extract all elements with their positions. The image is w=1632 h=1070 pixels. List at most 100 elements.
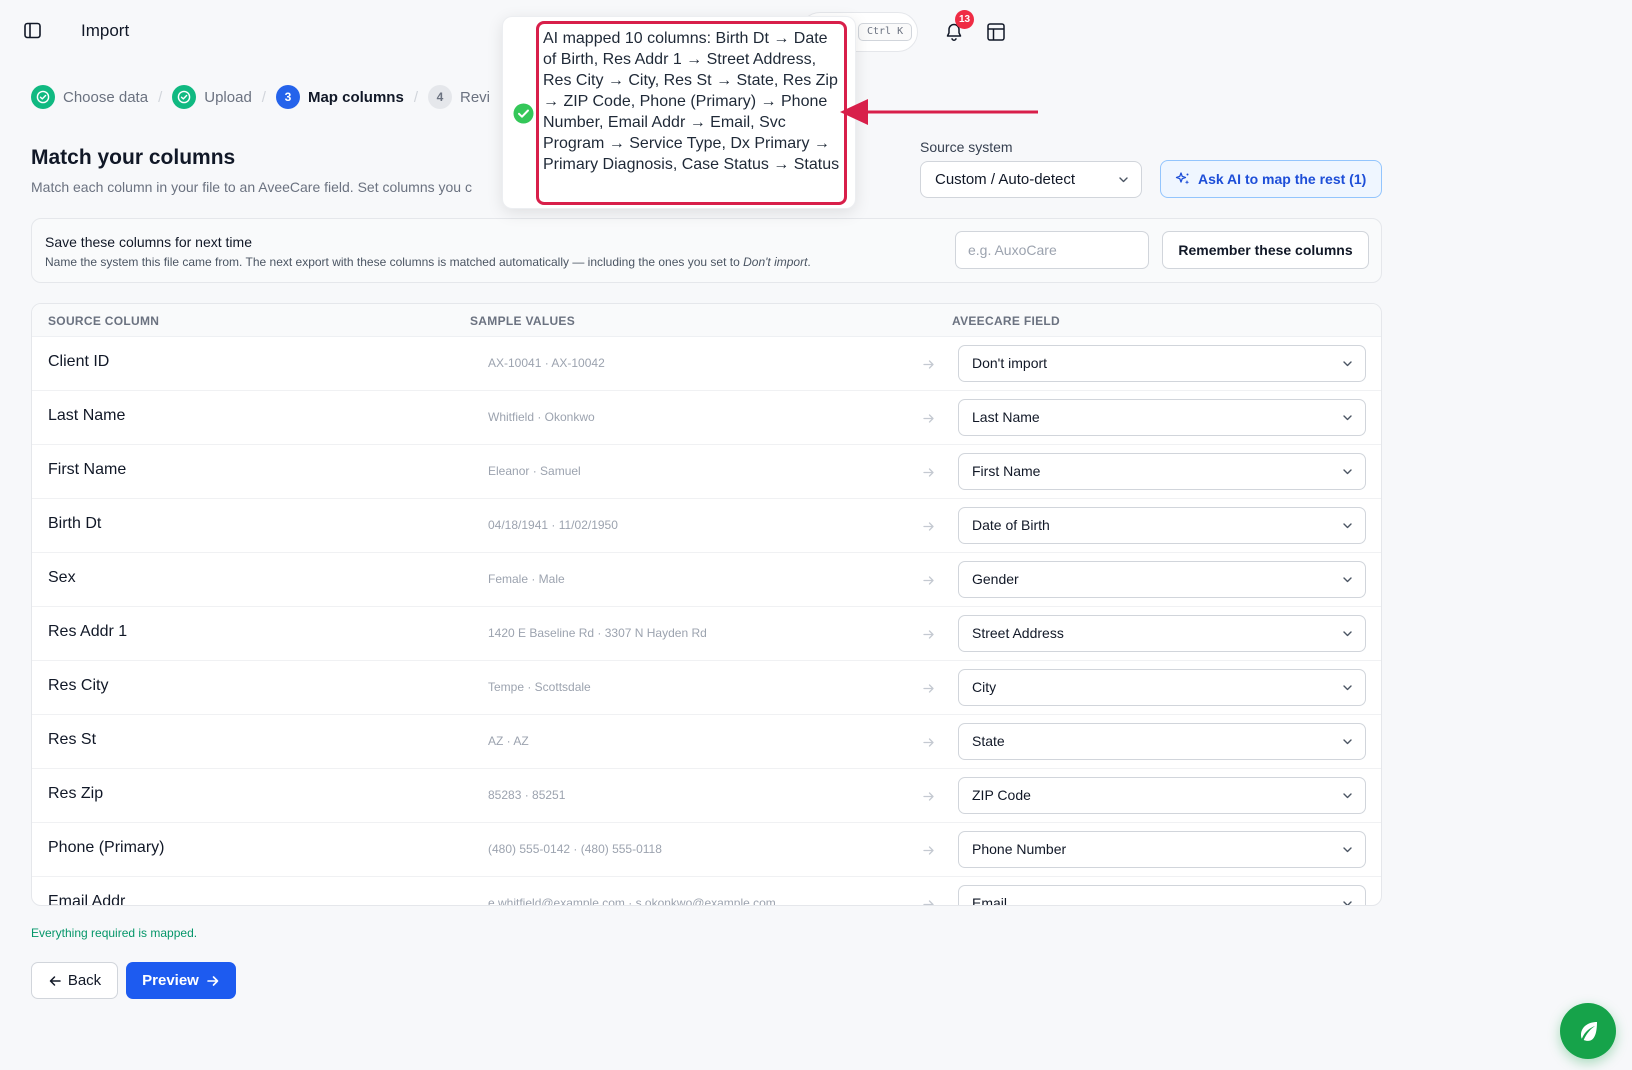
arrow-right-icon xyxy=(923,792,934,801)
table-row: Last Name Whitfield · Okonkwo Last Name xyxy=(32,391,1381,445)
aveecare-field-select[interactable]: Date of Birth xyxy=(958,507,1366,544)
source-column-name: Client ID xyxy=(48,353,110,370)
aveecare-field-value: Last Name xyxy=(972,409,1040,425)
table-row: Res Addr 1 1420 E Baseline Rd · 3307 N H… xyxy=(32,607,1381,661)
page-subtitle: Match each column in your file to an Ave… xyxy=(31,179,472,195)
sample-values: 1420 E Baseline Rd · 3307 N Hayden Rd xyxy=(488,626,707,640)
ask-ai-label: Ask AI to map the rest (1) xyxy=(1198,171,1367,187)
source-system-select[interactable]: Custom / Auto-detect xyxy=(920,161,1142,198)
sparkle-icon xyxy=(1175,172,1190,185)
save-panel-description-emphasis: Don't import xyxy=(743,255,808,269)
aveecare-field-value: Phone Number xyxy=(972,841,1067,857)
remember-columns-button[interactable]: Remember these columns xyxy=(1162,231,1369,269)
save-columns-panel: Save these columns for next time Name th… xyxy=(31,218,1382,283)
chevron-down-icon xyxy=(1343,523,1352,529)
aveecare-field-value: Date of Birth xyxy=(972,517,1050,533)
source-column-name: Birth Dt xyxy=(48,515,102,532)
aveecare-field-value: Street Address xyxy=(972,625,1064,641)
column-mapping-table[interactable]: SOURCE COLUMN SAMPLE VALUES AVEECARE FIE… xyxy=(31,303,1382,906)
sample-values: Female · Male xyxy=(488,572,565,586)
step-number: 3 xyxy=(275,85,300,109)
chevron-down-icon xyxy=(1343,631,1352,637)
step-label: Revi xyxy=(460,88,491,106)
source-system-label: Source system xyxy=(920,139,1013,155)
step-separator: / xyxy=(158,88,163,106)
aveecare-field-select[interactable]: Email xyxy=(958,885,1366,906)
column-header-field: AVEECARE FIELD xyxy=(952,314,1060,328)
column-header-source: SOURCE COLUMN xyxy=(48,314,160,328)
back-label: Back xyxy=(67,972,102,989)
aveecare-field-select[interactable]: First Name xyxy=(958,453,1366,490)
step-map-columns[interactable]: 3 Map columns xyxy=(275,85,404,109)
arrow-right-icon xyxy=(923,414,934,423)
source-column-name: Sex xyxy=(48,569,76,586)
save-panel-title: Save these columns for next time xyxy=(45,234,252,250)
sample-values: Tempe · Scottsdale xyxy=(488,680,591,694)
source-column-name: Email Addr xyxy=(48,893,126,906)
chevron-down-icon xyxy=(1343,739,1352,745)
sidebar-toggle-icon[interactable] xyxy=(24,22,41,39)
arrow-right-icon xyxy=(923,630,934,639)
arrow-right-icon xyxy=(923,468,934,477)
source-column-name: Res Zip xyxy=(48,785,104,802)
arrow-right-icon xyxy=(923,900,934,905)
table-row: First Name Eleanor · Samuel First Name xyxy=(32,445,1381,499)
aveecare-field-select[interactable]: Last Name xyxy=(958,399,1366,436)
step-separator: / xyxy=(261,88,266,106)
aveecare-field-value: ZIP Code xyxy=(972,787,1031,803)
page-title: Match your columns xyxy=(31,146,236,169)
aveecare-field-value: City xyxy=(972,679,997,695)
aveecare-field-value: Gender xyxy=(972,571,1019,587)
back-button[interactable]: Back xyxy=(31,962,118,999)
system-name-input[interactable] xyxy=(955,231,1149,269)
aveecare-field-select[interactable]: ZIP Code xyxy=(958,777,1366,814)
source-column-name: First Name xyxy=(48,461,127,478)
chevron-down-icon xyxy=(1343,847,1352,853)
leaf-icon xyxy=(1581,1022,1597,1041)
table-row: Res Zip 85283 · 85251 ZIP Code xyxy=(32,769,1381,823)
source-column-name: Res City xyxy=(48,677,109,694)
table-row: Res St AZ · AZ State xyxy=(32,715,1381,769)
aveecare-field-value: Email xyxy=(972,895,1008,906)
table-row: Client ID AX-10041 · AX-10042 Don't impo… xyxy=(32,337,1381,391)
check-circle-icon xyxy=(172,85,197,109)
sample-values: AX-10041 · AX-10042 xyxy=(488,356,605,370)
preview-button[interactable]: Preview xyxy=(126,962,236,999)
notification-count-badge: 13 xyxy=(955,10,974,29)
step-review[interactable]: 4 Revi xyxy=(428,85,490,109)
chevron-down-icon xyxy=(1343,793,1352,799)
step-choose-data[interactable]: Choose data xyxy=(31,85,148,109)
aveecare-field-select[interactable]: City xyxy=(958,669,1366,706)
aveecare-field-select[interactable]: State xyxy=(958,723,1366,760)
callout-arrow xyxy=(840,99,1038,125)
table-row: Res City Tempe · Scottsdale City xyxy=(32,661,1381,715)
step-label: Map columns xyxy=(307,88,404,106)
step-number: 4 xyxy=(428,85,452,109)
aveecare-field-select[interactable]: Street Address xyxy=(958,615,1366,652)
chevron-down-icon xyxy=(1343,415,1352,421)
table-row: Birth Dt 04/18/1941 · 11/02/1950 Date of… xyxy=(32,499,1381,553)
arrow-right-icon xyxy=(923,684,934,693)
table-header: SOURCE COLUMN SAMPLE VALUES AVEECARE FIE… xyxy=(32,304,1381,337)
assistant-fab[interactable] xyxy=(1560,1003,1616,1059)
chevron-down-icon xyxy=(1343,577,1352,583)
page-header-title: Import xyxy=(81,21,130,40)
sample-values: Eleanor · Samuel xyxy=(488,464,581,478)
ask-ai-button[interactable]: Ask AI to map the rest (1) xyxy=(1160,160,1382,198)
aveecare-field-select[interactable]: Don't import xyxy=(958,345,1366,382)
mapping-status-message: Everything required is mapped. xyxy=(31,926,198,940)
step-upload[interactable]: Upload xyxy=(172,85,252,109)
source-column-name: Res Addr 1 xyxy=(48,623,128,640)
chevron-down-icon xyxy=(1343,685,1352,691)
save-panel-description: Name the system this file came from. The… xyxy=(45,255,811,269)
aveecare-field-value: First Name xyxy=(972,463,1041,479)
sample-values: 04/18/1941 · 11/02/1950 xyxy=(488,518,618,532)
aveecare-field-select[interactable]: Gender xyxy=(958,561,1366,598)
chevron-down-icon xyxy=(1343,469,1352,475)
aveecare-field-select[interactable]: Phone Number xyxy=(958,831,1366,868)
layout-icon[interactable] xyxy=(987,23,1005,41)
arrow-right-icon xyxy=(923,738,934,747)
chevron-down-icon xyxy=(1119,177,1128,183)
step-label: Choose data xyxy=(63,88,149,106)
chevron-down-icon xyxy=(1343,361,1352,367)
